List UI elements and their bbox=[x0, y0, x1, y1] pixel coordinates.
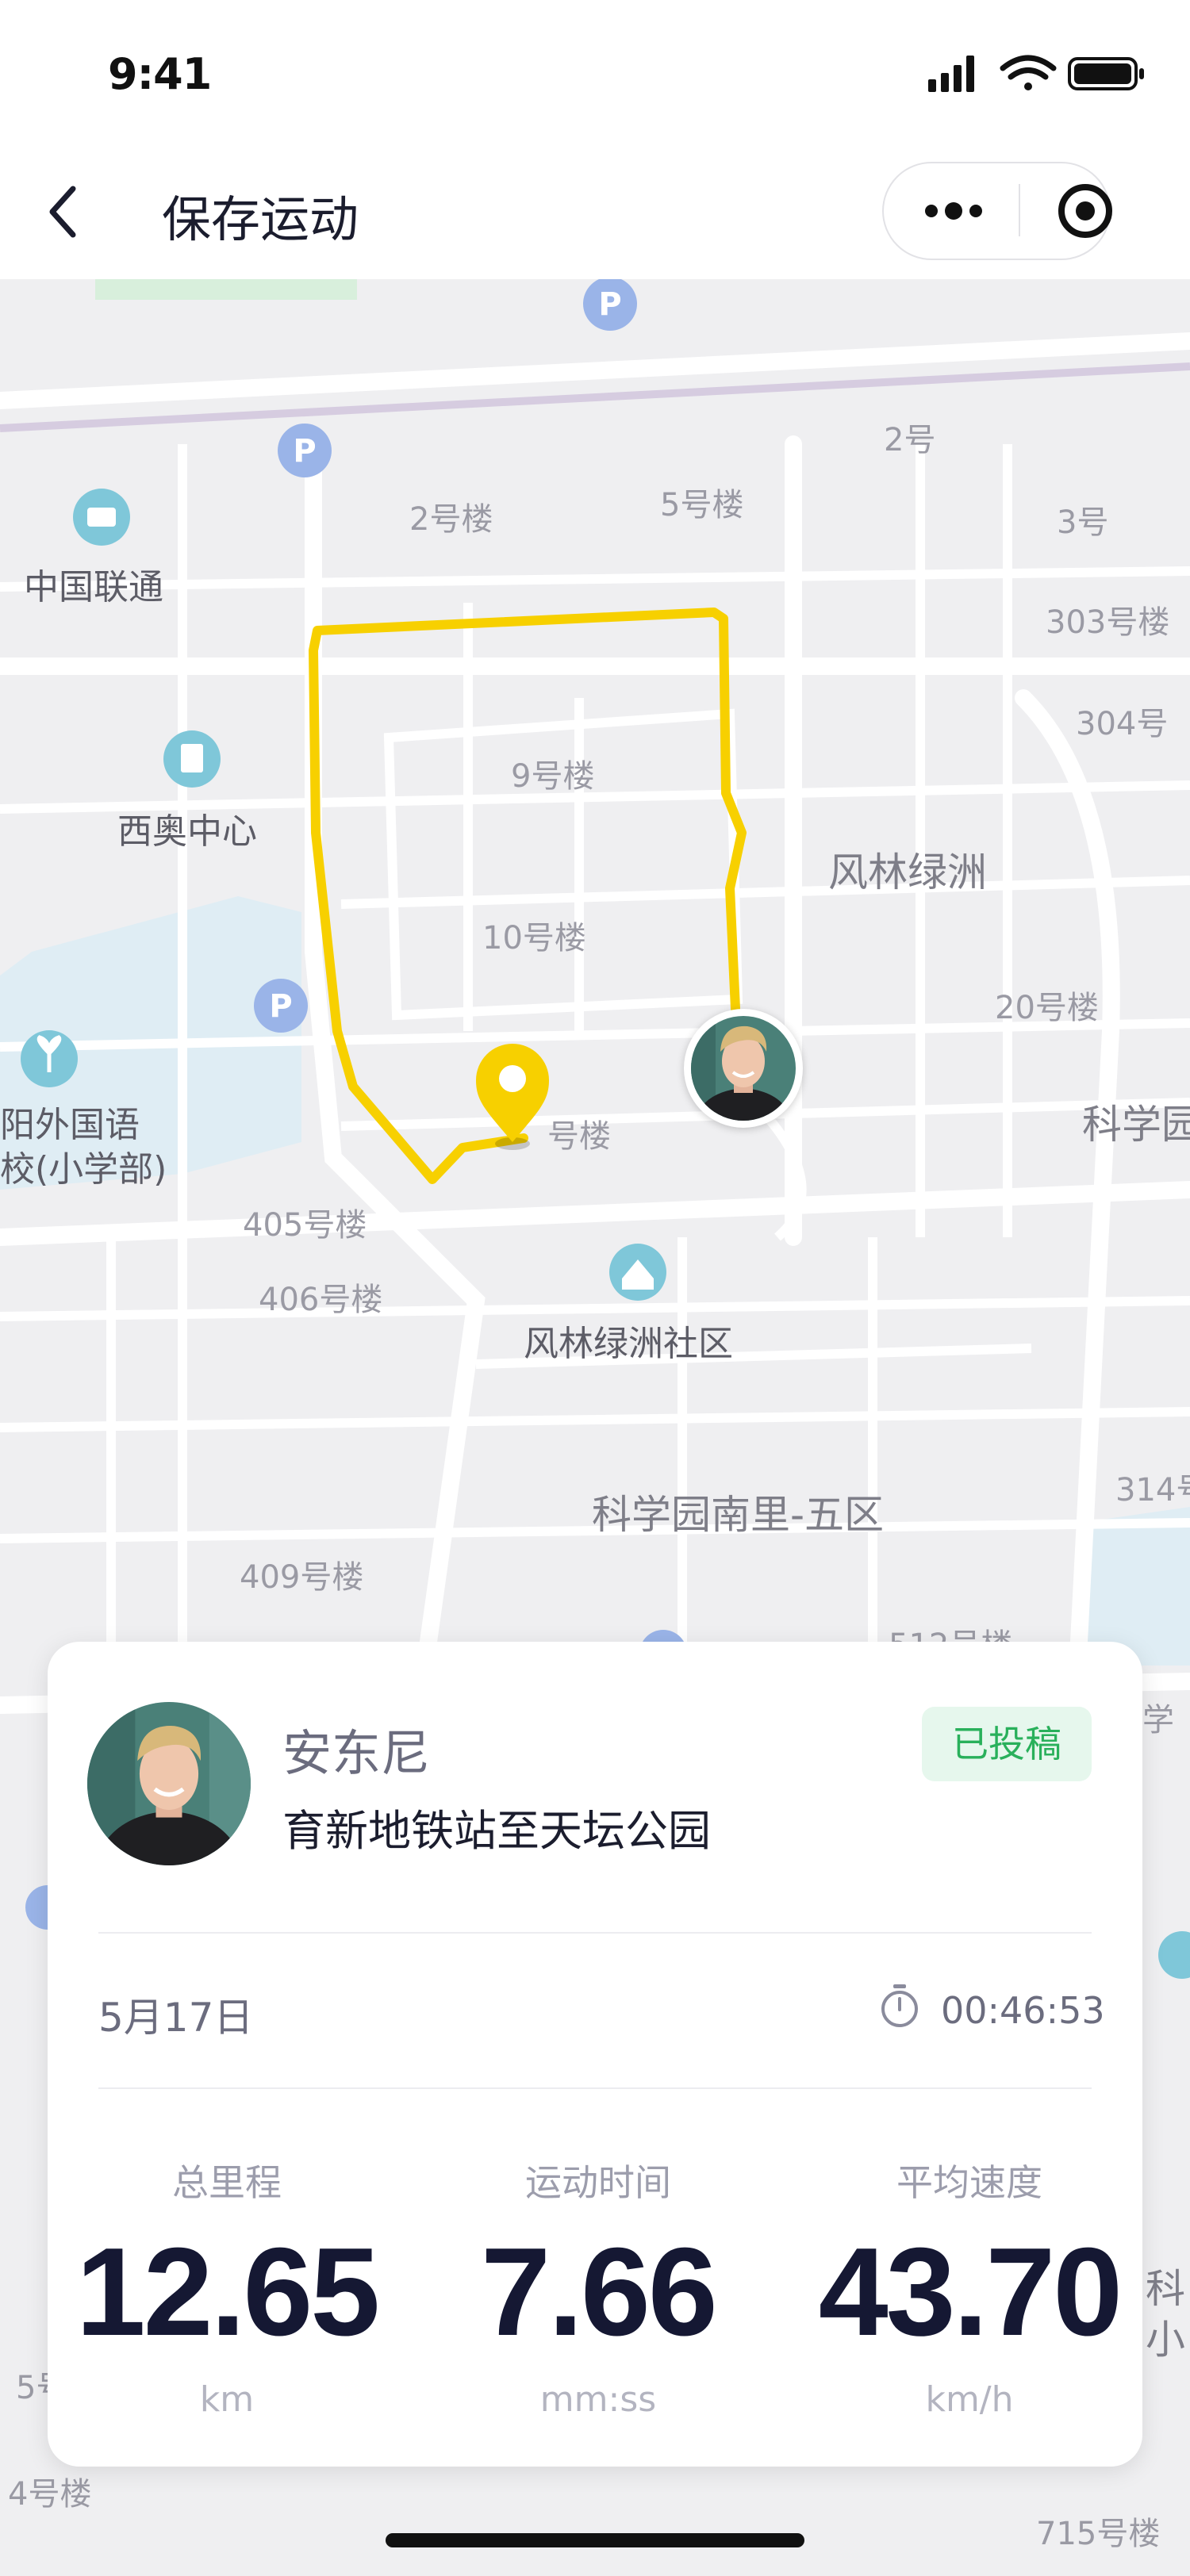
stat-exercise-time-value: 7.66 bbox=[432, 2221, 765, 2364]
current-position-avatar[interactable] bbox=[684, 1009, 803, 1128]
stat-avg-speed: 平均速度 bbox=[803, 2154, 1136, 2206]
map-label: 校(小学部) bbox=[0, 1149, 167, 1190]
map-label: 2号楼 bbox=[409, 501, 493, 538]
map-label: 阳外国语 bbox=[0, 1105, 140, 1145]
avatar-image bbox=[87, 1702, 251, 1865]
map-label: 20号楼 bbox=[995, 990, 1099, 1026]
stat-total-distance-unit: km bbox=[60, 2379, 393, 2420]
stat-value: 12.65 bbox=[75, 2222, 380, 2362]
map-label: 中国联通 bbox=[24, 567, 163, 608]
map-label: 4号楼 bbox=[8, 2476, 92, 2513]
map-label: 304号 bbox=[1076, 706, 1169, 742]
stopwatch-icon bbox=[881, 1984, 918, 2027]
battery-icon bbox=[1068, 57, 1144, 90]
card-divider bbox=[98, 1932, 1092, 1934]
stat-label: 平均速度 bbox=[896, 2161, 1042, 2204]
svg-text:P: P bbox=[269, 988, 292, 1025]
status-icons bbox=[928, 55, 1144, 92]
close-target-icon[interactable] bbox=[1055, 181, 1115, 241]
home-indicator[interactable] bbox=[386, 2533, 804, 2547]
capsule-divider bbox=[1019, 184, 1020, 236]
svg-text:P: P bbox=[293, 433, 316, 470]
stat-value: 7.66 bbox=[481, 2222, 718, 2362]
stat-total-distance-value: 12.65 bbox=[60, 2221, 393, 2364]
more-icon[interactable] bbox=[920, 195, 987, 227]
stat-unit: mm:ss bbox=[539, 2379, 657, 2420]
stat-value: 43.70 bbox=[818, 2222, 1123, 2362]
stat-unit: km bbox=[199, 2379, 255, 2420]
wifi-icon bbox=[1000, 55, 1057, 90]
stat-label: 总里程 bbox=[172, 2161, 282, 2204]
stat-total-distance: 总里程 bbox=[60, 2154, 393, 2206]
map-label: 风林绿洲 bbox=[828, 849, 987, 895]
map-label: 9号楼 bbox=[511, 758, 595, 795]
map-label: 2号 bbox=[884, 422, 936, 458]
svg-text:P: P bbox=[598, 286, 621, 323]
map-label: 5号楼 bbox=[660, 487, 744, 523]
map-label: 科学园南里-五区 bbox=[592, 1492, 885, 1538]
activity-duration: 00:46:53 bbox=[941, 1989, 1105, 2032]
stat-label: 运动时间 bbox=[525, 2161, 671, 2204]
map-label: 西奥中心 bbox=[117, 811, 257, 852]
stat-unit: km/h bbox=[925, 2379, 1014, 2420]
map-label: 405号楼 bbox=[243, 1207, 367, 1244]
stat-avg-speed-unit: km/h bbox=[803, 2379, 1136, 2420]
card-divider bbox=[98, 2087, 1092, 2089]
map-label: 715号楼 bbox=[1036, 2516, 1161, 2552]
map-label: 科学园 bbox=[1082, 1102, 1190, 1148]
map-label: 3号 bbox=[1057, 504, 1109, 541]
map-label: 科 bbox=[1146, 2266, 1185, 2312]
map-label: 409号楼 bbox=[240, 1559, 364, 1596]
user-name: 安东尼 bbox=[282, 1724, 431, 1782]
signal-icon bbox=[928, 56, 974, 92]
avatar bbox=[691, 1016, 796, 1121]
back-icon[interactable] bbox=[41, 176, 89, 247]
stat-exercise-time-unit: mm:ss bbox=[432, 2379, 765, 2420]
map-label: 号楼 bbox=[547, 1118, 611, 1155]
stat-avg-speed-value: 43.70 bbox=[803, 2221, 1136, 2364]
stat-exercise-time: 运动时间 bbox=[432, 2154, 765, 2206]
map-label: 学 bbox=[1142, 1702, 1174, 1738]
map-label: 风林绿洲社区 bbox=[524, 1324, 733, 1364]
map-label: 小 bbox=[1146, 2317, 1185, 2363]
map-label: 406号楼 bbox=[259, 1282, 383, 1318]
status-badge: 已投稿 bbox=[922, 1707, 1092, 1781]
map-label: 314号 bbox=[1115, 1472, 1190, 1508]
status-time: 9:41 bbox=[108, 49, 212, 99]
map-label: 303号楼 bbox=[1046, 604, 1170, 641]
map-label: 10号楼 bbox=[482, 920, 586, 956]
route-name: 育新地铁站至天坛公园 bbox=[282, 1806, 711, 1856]
user-avatar[interactable] bbox=[87, 1702, 251, 1865]
page-title: 保存运动 bbox=[162, 190, 359, 248]
activity-date: 5月17日 bbox=[98, 1995, 254, 2041]
